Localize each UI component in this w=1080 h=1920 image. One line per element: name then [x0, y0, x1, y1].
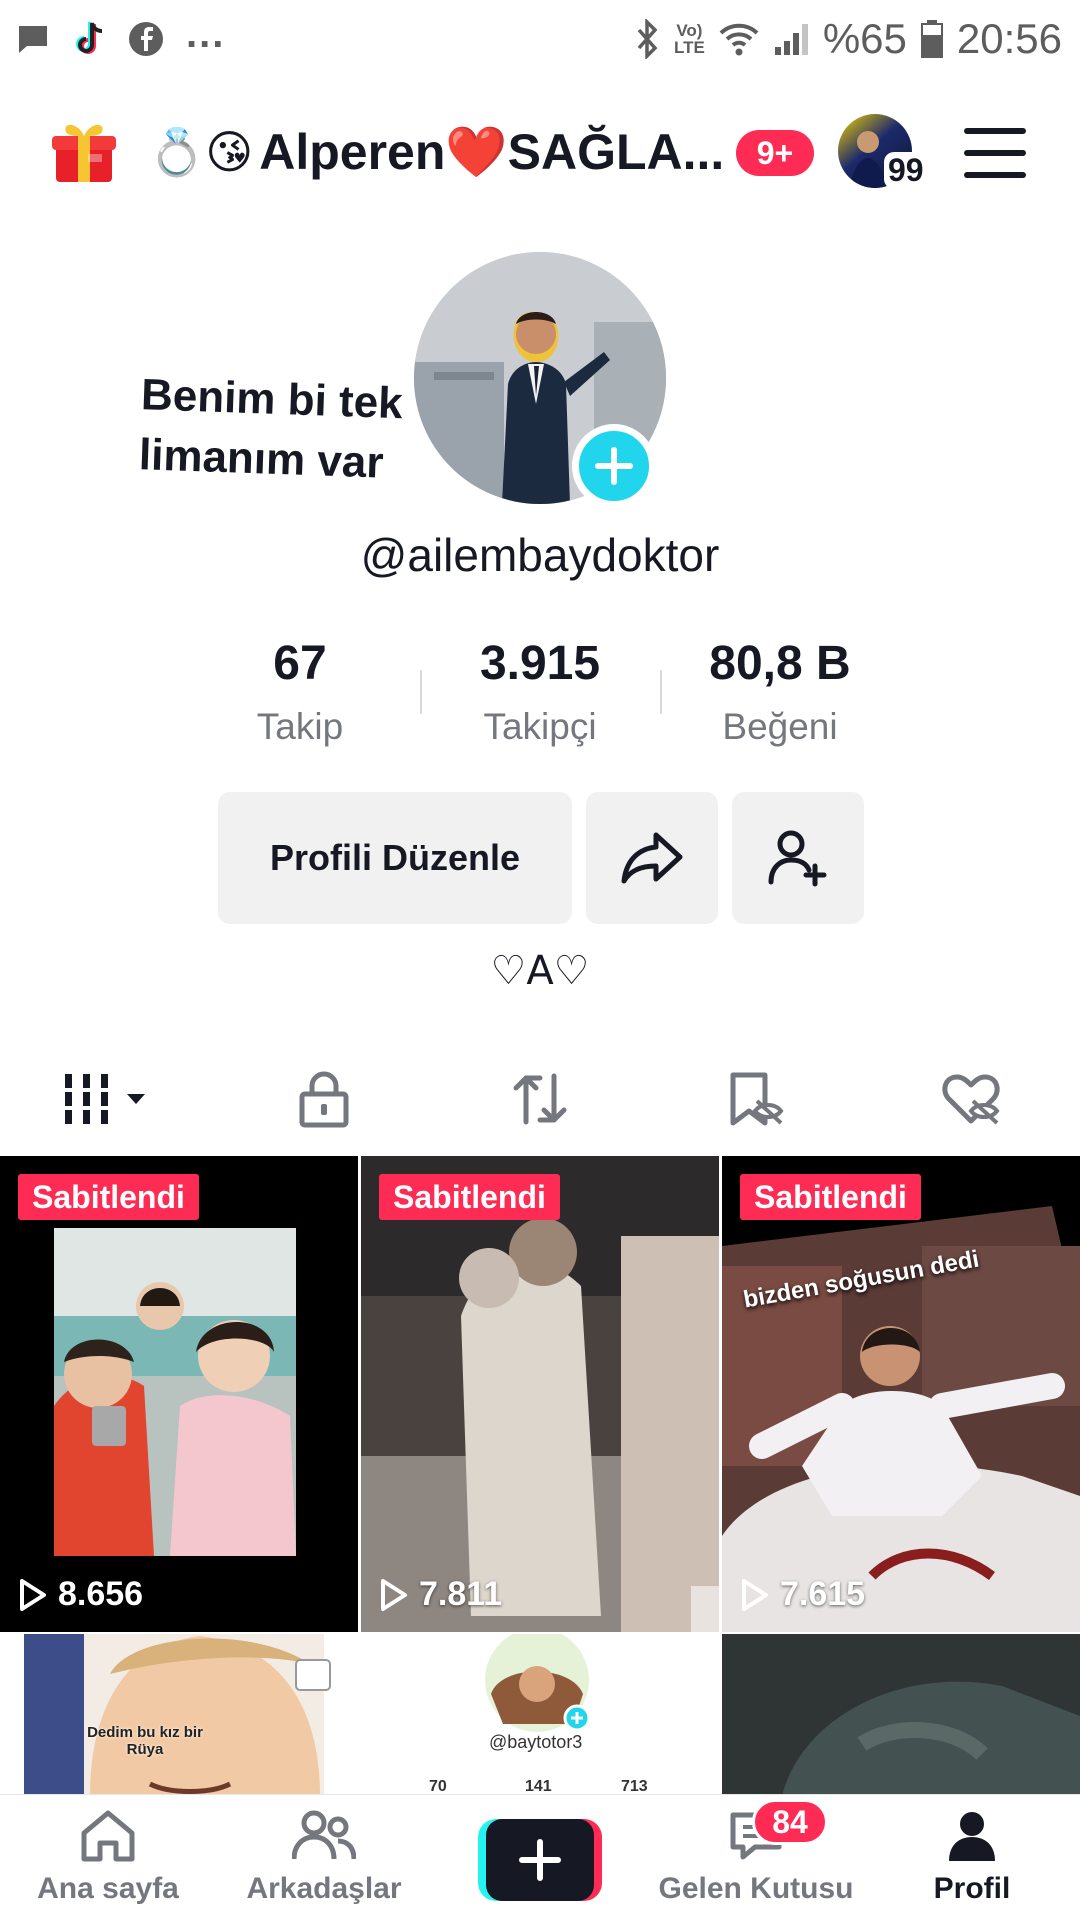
status-bar: ... Vo) LTE %65 20:56 [0, 0, 1080, 78]
view-count: 7.615 [740, 1575, 865, 1614]
nav-friends-label: Arkadaşlar [246, 1872, 402, 1905]
tab-reposts[interactable] [432, 1046, 648, 1156]
nav-home[interactable]: Ana sayfa [0, 1795, 216, 1920]
message-notification-icon [16, 23, 50, 55]
view-count-value: 8.656 [58, 1575, 144, 1613]
bookmark-hidden-icon [727, 1071, 785, 1132]
gift-icon[interactable] [48, 114, 120, 186]
play-icon [20, 1578, 46, 1611]
tiktok-notification-icon [72, 20, 106, 58]
view-count: 8.656 [18, 1575, 143, 1614]
signal-icon [773, 21, 809, 57]
video-thumbnail[interactable]: Sabitlendi 8.656 [0, 1156, 358, 1632]
nav-inbox[interactable]: 84 Gelen Kutusu [648, 1795, 864, 1920]
profile-bio: ♡A♡ [490, 948, 590, 994]
display-name[interactable]: 💍😘 Alperen❤️SAĞLA... [148, 118, 724, 186]
nav-inbox-label: Gelen Kutusu [658, 1872, 854, 1905]
battery-percent: %65 [822, 15, 907, 62]
more-notifications: ... [186, 11, 226, 56]
share-profile-button[interactable] [586, 792, 718, 924]
followers-count: 3.915 [479, 637, 601, 690]
avatar-caption-sticker: Benim bi tek limanım var [138, 370, 404, 488]
add-friend-button[interactable] [732, 792, 864, 924]
profile-header: 💍😘 Alperen❤️SAĞLA... 9+ 99 [0, 100, 1080, 204]
video-caption: Dedim bu kız bir Rüya [87, 1724, 203, 1758]
edit-profile-button[interactable]: Profili Düzenle [218, 792, 572, 924]
volte-indicator: Vo) LTE [673, 21, 705, 57]
view-count: 7.811 [379, 1575, 502, 1614]
grid-videos-icon [63, 1072, 153, 1131]
video-thumbnail[interactable]: Sabitlendi bizden soğusun dedi 7.615 [722, 1156, 1080, 1632]
video-thumbnail[interactable] [722, 1634, 1080, 1796]
profile-stats: 67 Takip 3.915 Takipçi 80,8 B Beğeni [180, 636, 900, 756]
story-avatar-count: 99 [884, 152, 928, 189]
profile-tabs [0, 1046, 1080, 1162]
view-count-value: 7.811 [419, 1575, 503, 1613]
nav-friends[interactable]: Arkadaşlar [216, 1795, 432, 1920]
status-left: ... [16, 12, 225, 58]
play-icon [381, 1578, 407, 1611]
bluetooth-icon [636, 19, 660, 59]
nav-home-label: Ana sayfa [37, 1872, 179, 1905]
pinned-badge: Sabitlendi [18, 1174, 199, 1220]
following-stat[interactable]: 67 Takip [180, 636, 420, 756]
nav-create[interactable] [432, 1795, 648, 1920]
following-label: Takip [256, 706, 344, 747]
display-name-emoji: 💍😘 [148, 124, 254, 179]
repost-icon [510, 1070, 570, 1133]
play-icon [742, 1578, 768, 1611]
liked-hidden-icon [941, 1071, 1003, 1132]
profile-actions: Profili Düzenle [218, 792, 864, 924]
share-icon [620, 829, 684, 888]
friends-icon [291, 1809, 357, 1868]
bottom-navigation: Ana sayfa Arkadaşlar 84 Gelen Kutusu Pro… [0, 1794, 1080, 1920]
nav-profile-label: Profil [933, 1872, 1011, 1905]
video-thumbnail[interactable]: Sabitlendi 7.811 [361, 1156, 719, 1632]
add-story-button[interactable] [572, 424, 656, 508]
create-button[interactable] [478, 1819, 602, 1901]
wifi-icon [719, 21, 759, 57]
plus-icon [519, 1839, 561, 1881]
add-user-icon [767, 826, 829, 891]
view-count-value: 7.615 [780, 1575, 866, 1613]
tab-liked[interactable] [864, 1046, 1080, 1156]
video-thumbnail[interactable]: Dedim bu kız bir Rüya [0, 1634, 358, 1796]
pinned-badge: Sabitlendi [740, 1174, 921, 1220]
inbox-badge: 84 [752, 1799, 828, 1845]
likes-count: 80,8 B [709, 637, 851, 690]
pinned-badge: Sabitlendi [379, 1174, 560, 1220]
home-icon [78, 1809, 138, 1868]
facebook-notification-icon [128, 21, 164, 57]
mini-profile-handle: @baytotor3 [489, 1732, 583, 1752]
followers-stat[interactable]: 3.915 Takipçi [420, 636, 660, 756]
lock-icon [298, 1070, 350, 1133]
tab-videos[interactable] [0, 1046, 216, 1162]
following-count: 67 [273, 637, 327, 690]
video-thumbnail[interactable]: @baytotor3 70 141 713 [361, 1634, 719, 1796]
likes-stat[interactable]: 80,8 B Beğeni [660, 636, 900, 756]
nav-profile[interactable]: Profil [864, 1795, 1080, 1920]
tab-private[interactable] [216, 1046, 432, 1156]
status-right: Vo) LTE %65 20:56 [636, 15, 1062, 63]
video-grid: Sabitlendi 8.656 Sabitlendi 7.811 Sabitl… [0, 1156, 1080, 1796]
likes-label: Beğeni [722, 706, 838, 747]
display-name-text: Alperen❤️SAĞLA... [259, 123, 725, 180]
menu-icon[interactable] [964, 128, 1026, 178]
clock: 20:56 [956, 15, 1062, 62]
battery-icon [920, 20, 943, 58]
followers-label: Takipçi [483, 706, 597, 747]
notification-badge[interactable]: 9+ [736, 130, 814, 176]
username: @ailembaydoktor [360, 529, 720, 581]
profile-icon [945, 1809, 999, 1868]
tab-favorites[interactable] [648, 1046, 864, 1156]
